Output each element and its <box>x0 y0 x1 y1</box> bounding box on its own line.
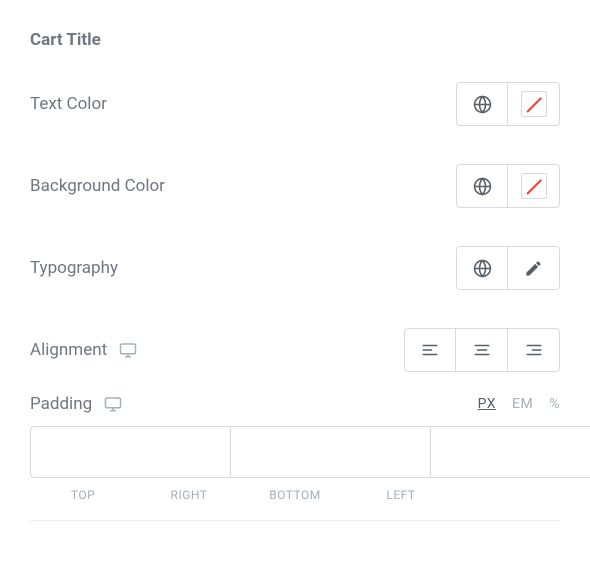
alignment-row: Alignment <box>30 328 560 372</box>
padding-bottom-side-label: BOTTOM <box>242 488 348 502</box>
padding-bottom-input[interactable] <box>431 426 590 478</box>
alignment-label: Alignment <box>30 340 107 360</box>
padding-label-wrap: Padding <box>30 394 122 414</box>
unit-px-button[interactable]: PX <box>478 396 496 412</box>
alignment-controls <box>404 328 560 372</box>
desktop-icon[interactable] <box>119 341 137 359</box>
color-swatch-none-icon <box>521 91 547 117</box>
typography-edit-button[interactable] <box>508 246 560 290</box>
padding-header-row: Padding PX EM % <box>30 394 560 414</box>
background-color-global-button[interactable] <box>456 164 508 208</box>
globe-icon <box>473 95 492 114</box>
text-color-picker-button[interactable] <box>508 82 560 126</box>
desktop-icon[interactable] <box>104 395 122 413</box>
section-title: Cart Title <box>30 30 560 50</box>
padding-label: Padding <box>30 394 92 414</box>
align-right-button[interactable] <box>508 328 560 372</box>
pencil-icon <box>524 259 543 278</box>
unit-em-button[interactable]: EM <box>512 396 533 412</box>
background-color-picker-button[interactable] <box>508 164 560 208</box>
align-center-button[interactable] <box>456 328 508 372</box>
padding-side-labels: TOP RIGHT BOTTOM LEFT X <box>30 488 560 502</box>
padding-unit-switch: PX EM % <box>478 396 560 412</box>
divider <box>30 520 560 521</box>
typography-global-button[interactable] <box>456 246 508 290</box>
unit-pct-button[interactable]: % <box>549 396 560 412</box>
align-left-button[interactable] <box>404 328 456 372</box>
typography-label: Typography <box>30 258 118 278</box>
background-color-controls <box>456 164 560 208</box>
text-color-label: Text Color <box>30 94 107 114</box>
text-color-global-button[interactable] <box>456 82 508 126</box>
globe-icon <box>473 259 492 278</box>
align-right-icon <box>525 341 543 359</box>
align-left-icon <box>421 341 439 359</box>
padding-right-input[interactable] <box>231 426 431 478</box>
background-color-row: Background Color <box>30 164 560 208</box>
alignment-label-wrap: Alignment <box>30 340 137 360</box>
padding-right-side-label: RIGHT <box>136 488 242 502</box>
align-center-icon <box>473 341 491 359</box>
text-color-row: Text Color <box>30 82 560 126</box>
typography-row: Typography <box>30 246 560 290</box>
color-swatch-none-icon <box>521 173 547 199</box>
background-color-label: Background Color <box>30 176 165 196</box>
text-color-controls <box>456 82 560 126</box>
padding-top-input[interactable] <box>30 426 231 478</box>
padding-left-side-label: LEFT <box>348 488 454 502</box>
globe-icon <box>473 177 492 196</box>
typography-controls <box>456 246 560 290</box>
padding-top-side-label: TOP <box>30 488 136 502</box>
padding-inputs <box>30 426 560 478</box>
